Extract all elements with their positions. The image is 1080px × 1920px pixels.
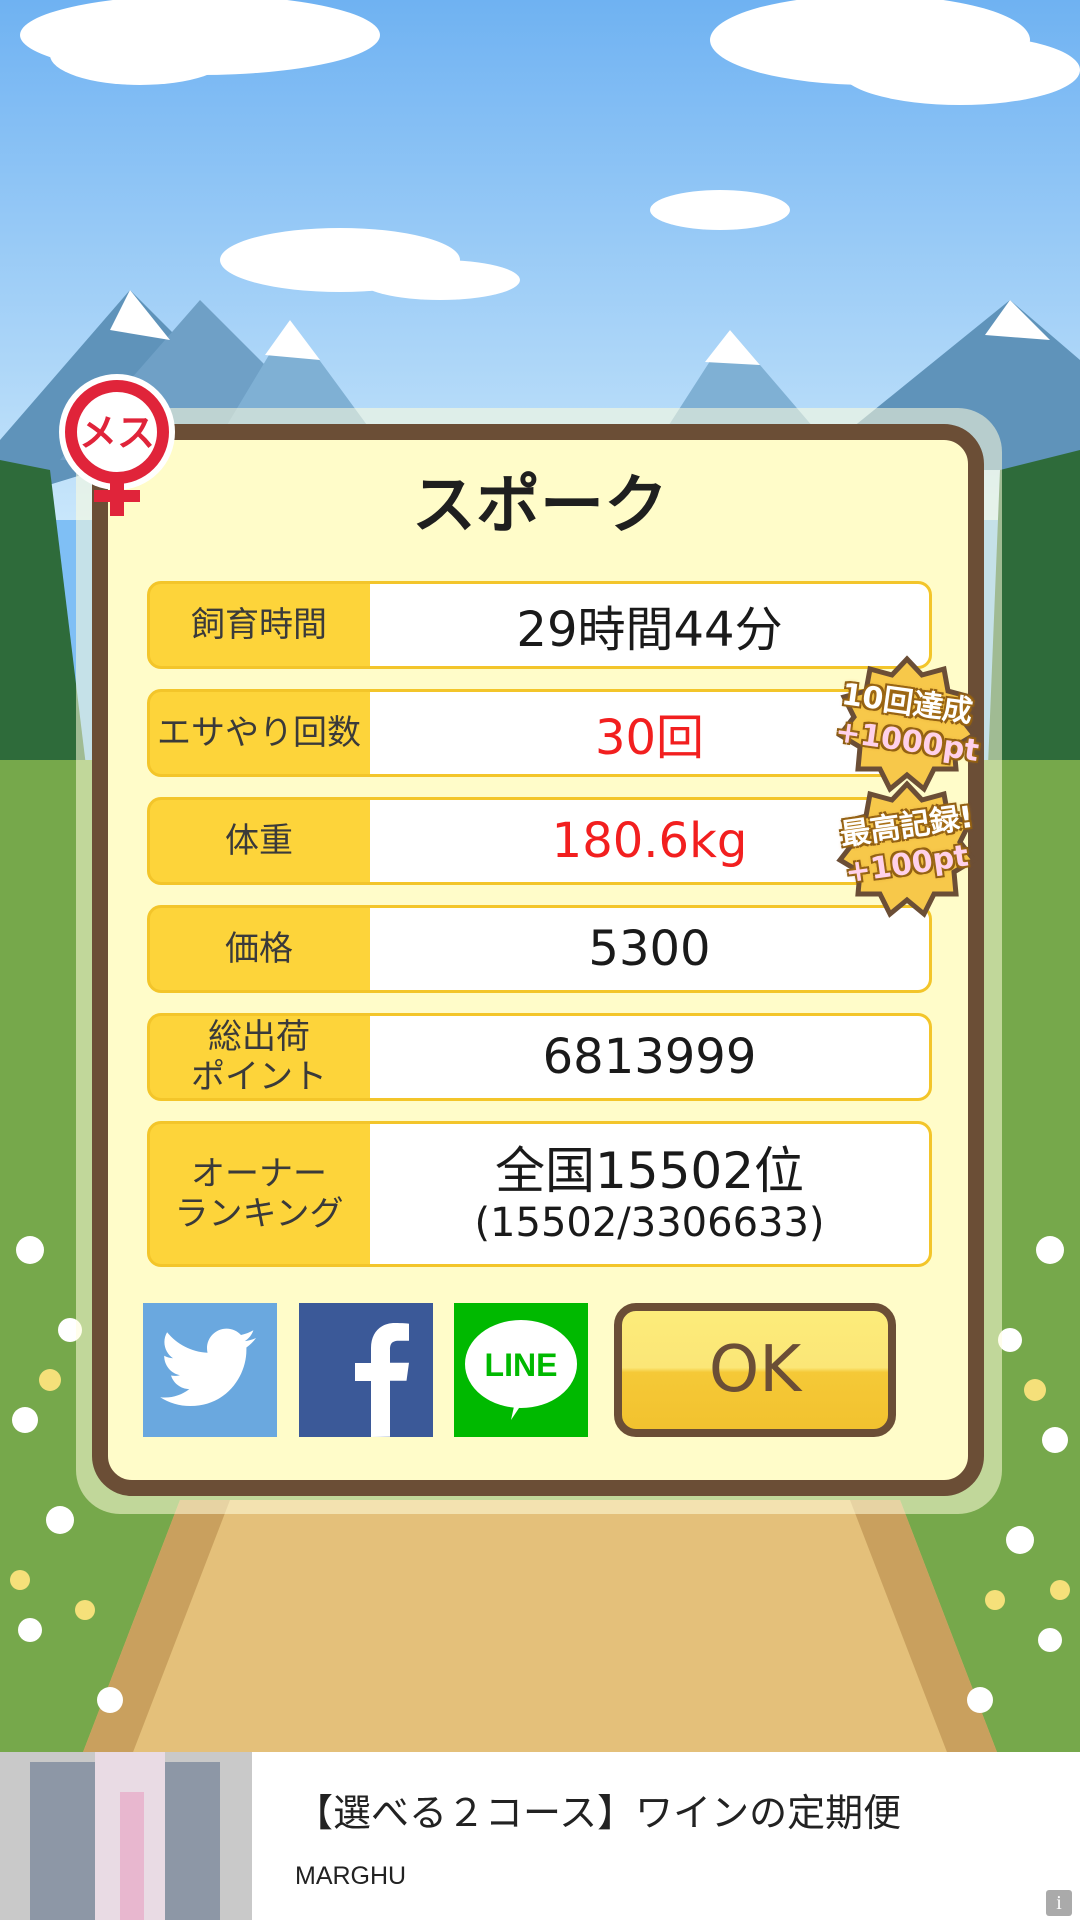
- ranking-position: 全国15502位: [494, 1142, 805, 1200]
- achievement-badge: 最高記録! +100pt: [832, 780, 982, 920]
- ad-brand[interactable]: MARGHU: [295, 1862, 406, 1891]
- stat-value: 5300: [370, 908, 929, 990]
- stat-row-owner-ranking: オーナー ランキング 全国15502位 (15502/3306633): [147, 1121, 932, 1267]
- stat-row-feeding-count: エサやり回数 30回: [147, 689, 932, 777]
- twitter-bird-icon: [160, 1328, 256, 1406]
- ad-title[interactable]: 【選べる２コース】ワインの定期便: [295, 1782, 901, 1837]
- stat-label: 飼育時間: [191, 605, 327, 645]
- facebook-share-button[interactable]: [299, 1303, 433, 1437]
- line-bubble-icon: LINE: [465, 1320, 577, 1420]
- ok-button[interactable]: OK: [614, 1303, 896, 1437]
- gender-label: メス: [79, 411, 155, 455]
- stat-label: 価格: [225, 929, 293, 969]
- stat-row-weight: 体重 180.6kg: [147, 797, 932, 885]
- stat-label: エサやり回数: [157, 713, 361, 753]
- stat-value: 6813999: [370, 1016, 929, 1098]
- achievement-badge: 10回達成 +1000pt: [832, 655, 982, 795]
- pet-name-title: スポーク: [412, 469, 668, 543]
- stat-row-price: 価格 5300: [147, 905, 932, 993]
- stat-label: 総出荷 ポイント: [191, 1017, 327, 1097]
- line-label: LINE: [485, 1347, 558, 1383]
- stat-value: 29時間44分: [370, 584, 929, 666]
- ad-banner[interactable]: 【選べる２コース】ワインの定期便 MARGHU i: [0, 1752, 1080, 1920]
- stat-label: オーナー ランキング: [174, 1154, 344, 1234]
- stat-label: 体重: [225, 821, 293, 861]
- ad-info-icon[interactable]: i: [1046, 1890, 1072, 1916]
- ranking-detail: (15502/3306633): [474, 1200, 825, 1246]
- stat-row-breeding-time: 飼育時間 29時間44分: [147, 581, 932, 669]
- ad-photo: [0, 1752, 252, 1920]
- twitter-share-button[interactable]: [143, 1303, 277, 1437]
- stat-row-shipping-points: 総出荷 ポイント 6813999: [147, 1013, 932, 1101]
- ad-image[interactable]: [0, 1752, 252, 1920]
- facebook-f-icon: [355, 1323, 409, 1437]
- ranking-value: 全国15502位 (15502/3306633): [370, 1124, 929, 1264]
- line-share-button[interactable]: LINE: [454, 1303, 588, 1437]
